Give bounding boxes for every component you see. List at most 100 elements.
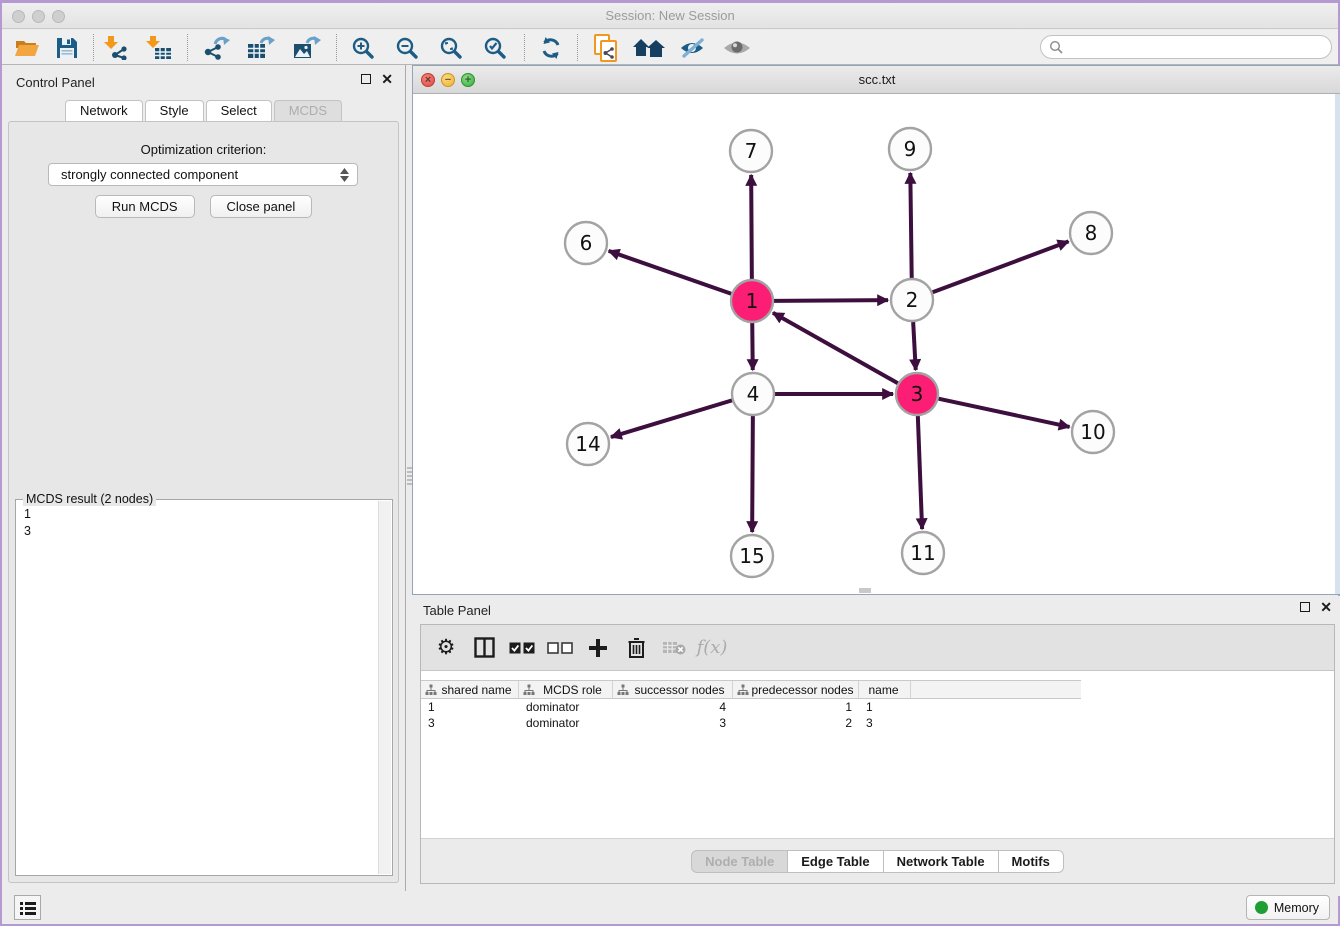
cell-name[interactable]: 3 <box>859 715 911 731</box>
column-header-shared-name[interactable]: shared name <box>421 681 519 698</box>
hierarchy-icon <box>523 684 535 696</box>
search-icon <box>1049 40 1063 54</box>
cell-predecessor-nodes[interactable]: 1 <box>733 699 859 715</box>
cell-shared-name[interactable]: 1 <box>421 699 519 715</box>
delete-table-button[interactable] <box>655 633 693 663</box>
column-header-mcds-role[interactable]: MCDS role <box>519 681 613 698</box>
criterion-dropdown[interactable]: strongly connected component <box>48 163 358 186</box>
column-header-predecessor-nodes[interactable]: predecessor nodes <box>733 681 859 698</box>
export-table-icon <box>247 36 275 60</box>
network-canvas[interactable]: 1234678910111415 <box>413 94 1335 589</box>
import-network-icon <box>102 36 128 60</box>
zoom-fit-icon <box>439 36 463 60</box>
criterion-value: strongly connected component <box>49 167 335 182</box>
status-bar: Memory <box>2 891 1338 924</box>
graph-edge-1-6[interactable] <box>609 251 732 294</box>
graph-edge-2-9[interactable] <box>910 173 911 278</box>
graph-edge-1-2[interactable] <box>774 300 888 301</box>
mcds-result-text[interactable]: 1 3 <box>16 504 376 873</box>
app-window: { "window": { "title": "Session: New Ses… <box>0 0 1340 926</box>
list-icon <box>20 901 36 915</box>
save-floppy-icon <box>56 37 78 59</box>
open-folder-icon <box>14 37 40 59</box>
table-toolbar: ⚙ <box>421 625 1334 671</box>
cytopanel-toggle-button[interactable] <box>14 895 41 920</box>
graph-node-label-11: 11 <box>910 541 935 565</box>
search-box[interactable] <box>1040 35 1332 59</box>
import-table-button[interactable] <box>142 34 176 61</box>
cell-mcds-role[interactable]: dominator <box>519 715 613 731</box>
zoom-fit-button[interactable] <box>434 34 468 61</box>
zoom-selected-button[interactable] <box>478 34 512 61</box>
cell-predecessor-nodes[interactable]: 2 <box>733 715 859 731</box>
graph-edge-3-11[interactable] <box>918 416 922 529</box>
table-panel-float-button[interactable] <box>1300 602 1310 612</box>
tab-style[interactable]: Style <box>145 100 204 121</box>
graph-edge-2-3[interactable] <box>913 322 916 370</box>
export-network-button[interactable] <box>200 34 234 61</box>
network-titlebar[interactable]: × − + scc.txt <box>413 66 1340 94</box>
tab-network[interactable]: Network <box>65 100 143 121</box>
cell-name[interactable]: 1 <box>859 699 911 715</box>
memory-button[interactable]: Memory <box>1246 895 1330 920</box>
control-panel-close-button[interactable]: ✕ <box>381 74 393 84</box>
graph-node-label-4: 4 <box>747 382 760 406</box>
import-network-button[interactable] <box>98 34 132 61</box>
network-file-button[interactable] <box>589 34 623 61</box>
search-input[interactable] <box>1063 40 1331 55</box>
graph-edge-3-10[interactable] <box>939 399 1070 427</box>
graph-edge-4-14[interactable] <box>611 400 732 437</box>
network-bottom-scrollbar[interactable] <box>859 588 871 593</box>
home-icon <box>632 37 666 59</box>
close-panel-button[interactable]: Close panel <box>210 195 313 218</box>
graph-node-label-14: 14 <box>575 432 600 456</box>
column-layout-button[interactable] <box>465 633 503 663</box>
mcds-result-box: MCDS result (2 nodes) 1 3 <box>15 499 393 876</box>
function-builder-button[interactable]: f(x) <box>693 633 731 663</box>
gear-icon: ⚙ <box>437 637 456 658</box>
open-session-button[interactable] <box>10 34 44 61</box>
eye-icon <box>722 38 752 58</box>
tab-motifs[interactable]: Motifs <box>999 850 1064 873</box>
graph-edge-3-1[interactable] <box>773 313 898 383</box>
column-header-successor-nodes[interactable]: successor nodes <box>613 681 733 698</box>
tab-node-table[interactable]: Node Table <box>691 850 788 873</box>
tab-network-table[interactable]: Network Table <box>884 850 999 873</box>
graph-edge-4-15[interactable] <box>752 416 753 532</box>
select-all-columns-button[interactable] <box>503 633 541 663</box>
table-panel-close-button[interactable]: ✕ <box>1320 602 1332 612</box>
refresh-view-button[interactable] <box>534 34 568 61</box>
export-image-button[interactable] <box>290 34 324 61</box>
add-column-button[interactable] <box>579 633 617 663</box>
graph-edge-2-8[interactable] <box>933 241 1069 292</box>
cell-shared-name[interactable]: 3 <box>421 715 519 731</box>
deselect-all-columns-button[interactable] <box>541 633 579 663</box>
zoom-in-icon <box>351 36 375 60</box>
graph-edge-1-7[interactable] <box>751 175 752 279</box>
cell-mcds-role[interactable]: dominator <box>519 699 613 715</box>
save-session-button[interactable] <box>50 34 84 61</box>
export-table-button[interactable] <box>244 34 278 61</box>
network-right-scrollbar[interactable] <box>1335 94 1340 594</box>
column-header-name[interactable]: name <box>859 681 911 698</box>
zoom-in-button[interactable] <box>346 34 380 61</box>
run-mcds-button[interactable]: Run MCDS <box>95 195 195 218</box>
zoom-out-button[interactable] <box>390 34 424 61</box>
graph-edge-1-4[interactable] <box>752 323 753 370</box>
tab-mcds[interactable]: MCDS <box>274 100 342 121</box>
plus-icon <box>589 639 607 657</box>
home-layout-button[interactable] <box>632 34 666 61</box>
cell-successor-nodes[interactable]: 3 <box>613 715 733 731</box>
tab-select[interactable]: Select <box>206 100 272 121</box>
delete-column-button[interactable] <box>617 633 655 663</box>
table-settings-button[interactable]: ⚙ <box>427 633 465 663</box>
node-table: shared nameMCDS rolesuccessor nodesprede… <box>421 680 1081 731</box>
control-panel-float-button[interactable] <box>361 74 371 84</box>
show-hide-button[interactable] <box>676 34 710 61</box>
result-scrollbar[interactable] <box>378 501 391 874</box>
panel-divider[interactable] <box>405 65 412 896</box>
cell-successor-nodes[interactable]: 4 <box>613 699 733 715</box>
eye-button[interactable] <box>720 34 754 61</box>
toolbar-separator <box>524 34 525 61</box>
tab-edge-table[interactable]: Edge Table <box>788 850 883 873</box>
